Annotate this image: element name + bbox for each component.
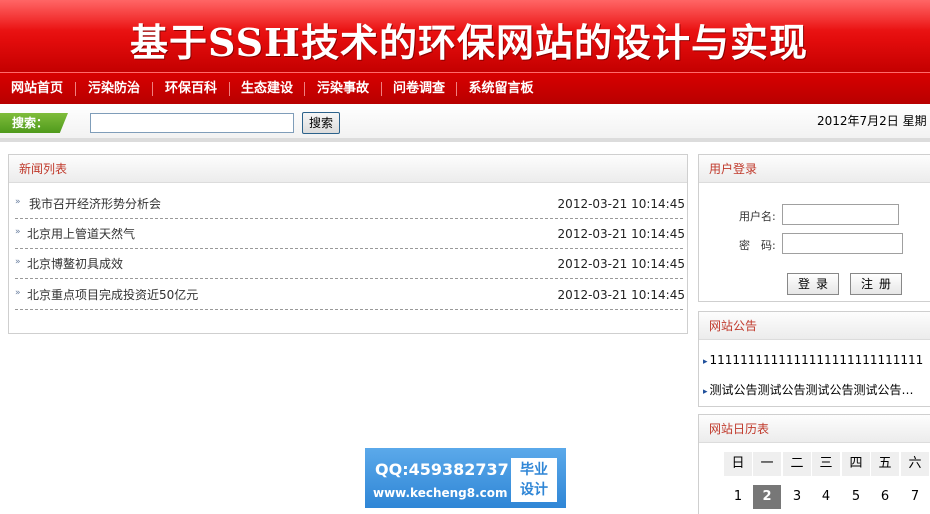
nav-item-ecology[interactable]: 生态建设 — [230, 73, 304, 105]
news-time: 2012-03-21 10:14:45 — [557, 227, 685, 241]
calendar-weekday: 二 — [783, 452, 811, 476]
calendar-day-today[interactable]: 2 — [753, 485, 781, 509]
login-button[interactable]: 登录 — [787, 273, 839, 295]
double-arrow-icon: » — [15, 288, 21, 298]
search-input[interactable] — [90, 113, 294, 133]
watermark-qq: QQ:459382737 — [375, 460, 509, 479]
calendar-weekday: 三 — [812, 452, 840, 476]
nav-item-home[interactable]: 网站首页 — [0, 73, 74, 105]
notice-text[interactable]: 1111111111111111111111111111 — [710, 353, 924, 367]
news-row[interactable]: » 北京重点项目完成投资近50亿元 2012-03-21 10:14:45 — [15, 280, 685, 310]
news-time: 2012-03-21 10:14:45 — [557, 288, 685, 302]
username-field[interactable] — [782, 204, 899, 225]
search-label: 搜索： — [0, 113, 68, 133]
nav-item-pollution-accident[interactable]: 污染事故 — [305, 73, 381, 105]
notice-item[interactable]: ▸ 测试公告测试公告测试公告测试公告… — [703, 381, 914, 398]
news-title[interactable]: 北京博鳌初具成效 — [27, 249, 123, 279]
calendar-day[interactable]: 4 — [812, 485, 840, 509]
calendar-weekday: 六 — [901, 452, 929, 476]
double-arrow-icon: » — [15, 197, 21, 207]
username-label: 用户名: — [739, 210, 776, 223]
news-title[interactable]: 我市召开经济形势分析会 — [29, 189, 161, 219]
calendar-panel: 网站日历表 日 一 二 三 四 五 六 1 2 3 4 5 6 7 — [698, 414, 930, 514]
nav-item-eco-encyclopedia[interactable]: 环保百科 — [153, 73, 229, 105]
current-date: 2012年7月2日 星期 — [817, 114, 927, 128]
nav-item-pollution-control[interactable]: 污染防治 — [76, 73, 152, 105]
watermark-site: www.kecheng8.com — [373, 486, 508, 500]
calendar-weekday: 四 — [842, 452, 870, 476]
search-button[interactable]: 搜索 — [302, 112, 340, 134]
watermark-badge-line1: 毕业 — [520, 462, 548, 478]
calendar-weekday: 一 — [753, 452, 781, 476]
password-label: 密 码: — [739, 239, 776, 252]
main-nav: 网站首页 污染防治 环保百科 生态建设 污染事故 问卷调查 系统留言板 — [0, 72, 930, 104]
password-field[interactable] — [782, 233, 903, 254]
site-title: 基于SSH技术的环保网站的设计与实现 — [130, 20, 808, 65]
watermark-badge: QQ:459382737 www.kecheng8.com 毕业 设计 — [365, 448, 566, 508]
calendar-panel-title: 网站日历表 — [699, 415, 930, 443]
notice-panel: 网站公告 ▸ 1111111111111111111111111111 ▸ 测试公告… — [698, 311, 930, 407]
nav-item-message-board[interactable]: 系统留言板 — [457, 73, 545, 105]
calendar-day[interactable]: 6 — [871, 485, 899, 509]
notice-text[interactable]: 测试公告测试公告测试公告测试公告… — [710, 383, 914, 397]
double-arrow-icon: » — [15, 257, 21, 267]
double-arrow-icon: » — [15, 227, 21, 237]
register-button[interactable]: 注册 — [850, 273, 902, 295]
calendar-weekday: 五 — [871, 452, 899, 476]
arrow-right-icon: ▸ — [703, 357, 708, 367]
news-panel-title: 新闻列表 — [9, 155, 687, 183]
nav-item-survey[interactable]: 问卷调查 — [382, 73, 456, 105]
arrow-right-icon: ▸ — [703, 387, 708, 397]
news-row[interactable]: » 我市召开经济形势分析会 2012-03-21 10:14:45 — [15, 189, 685, 219]
site-banner: 基于SSH技术的环保网站的设计与实现 — [0, 0, 930, 72]
calendar-weekday: 日 — [724, 452, 752, 476]
watermark-box: 毕业 设计 — [511, 458, 557, 502]
notice-item[interactable]: ▸ 1111111111111111111111111111 — [703, 353, 923, 367]
notice-panel-title: 网站公告 — [699, 312, 930, 340]
calendar-day[interactable]: 5 — [842, 485, 870, 509]
news-time: 2012-03-21 10:14:45 — [557, 197, 685, 211]
calendar-day[interactable]: 3 — [783, 485, 811, 509]
search-bar: 搜索： 搜索 2012年7月2日 星期 — [0, 104, 930, 142]
watermark-badge-line2: 设计 — [520, 482, 548, 498]
login-panel: 用户登录 用户名: 密 码: 登录 注册 — [698, 154, 930, 302]
news-row[interactable]: » 北京博鳌初具成效 2012-03-21 10:14:45 — [15, 249, 685, 279]
calendar-day[interactable]: 7 — [901, 485, 929, 509]
login-panel-title: 用户登录 — [699, 155, 930, 183]
calendar-day[interactable]: 1 — [724, 485, 752, 509]
news-title[interactable]: 北京重点项目完成投资近50亿元 — [27, 280, 198, 310]
news-title[interactable]: 北京用上管道天然气 — [27, 219, 135, 249]
news-row[interactable]: » 北京用上管道天然气 2012-03-21 10:14:45 — [15, 219, 685, 249]
news-time: 2012-03-21 10:14:45 — [557, 257, 685, 271]
news-panel: 新闻列表 » 我市召开经济形势分析会 2012-03-21 10:14:45 »… — [8, 154, 688, 334]
